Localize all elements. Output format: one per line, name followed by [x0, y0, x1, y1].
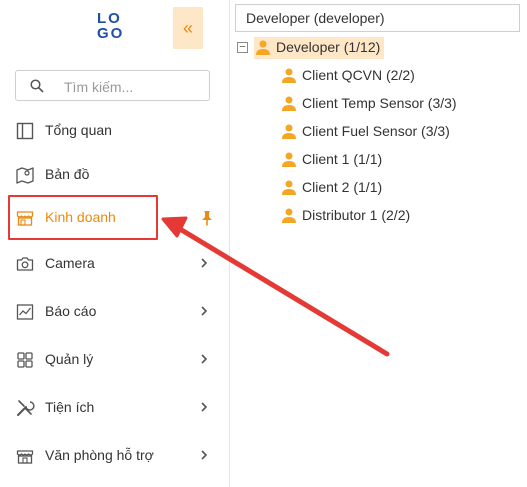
tree-node-label: Client Temp Sensor (3/3) — [302, 95, 457, 111]
menu-item-utilities[interactable]: Tiện ích — [0, 388, 228, 428]
dashboard-icon — [16, 122, 34, 140]
logo-line-1: LO — [97, 10, 122, 27]
user-icon — [282, 124, 296, 139]
highlight-box — [8, 195, 158, 240]
user-icon — [282, 96, 296, 111]
tree-node-label: Developer (1/12) — [276, 39, 381, 55]
tree-node-root[interactable]: Developer (1/12) — [254, 37, 384, 59]
menu-item-map[interactable]: Bản đồ — [0, 155, 228, 195]
developer-select[interactable]: Developer (developer) — [235, 4, 520, 32]
logo-line-2: GO — [97, 25, 125, 42]
search-input[interactable] — [62, 77, 206, 97]
collapse-sidebar-button[interactable]: « — [173, 7, 203, 49]
menu-label: Camera — [45, 255, 95, 271]
logo[interactable]: LO GO — [97, 11, 129, 43]
pin-icon[interactable] — [200, 210, 214, 226]
sidebar: LO GO « Tổng quan Bản đồ Kinh — [0, 0, 230, 487]
menu-item-reports[interactable]: Báo cáo — [0, 292, 228, 332]
menu-label: Tổng quan — [45, 122, 112, 138]
map-icon — [16, 167, 34, 184]
chevron-right-icon — [201, 450, 208, 460]
user-icon — [282, 208, 296, 223]
chevron-right-icon — [201, 258, 208, 268]
menu-item-management[interactable]: Quản lý — [0, 340, 228, 380]
tree-node-label: Client 2 (1/1) — [302, 179, 383, 195]
grid-icon — [17, 352, 33, 368]
chevron-right-icon — [201, 402, 208, 412]
menu-item-overview[interactable]: Tổng quan — [0, 111, 228, 151]
chevron-right-icon — [201, 354, 208, 364]
menu-item-camera[interactable]: Camera — [0, 244, 228, 284]
office-icon — [16, 450, 34, 464]
tree-node-label: Client 1 (1/1) — [302, 151, 383, 167]
tree-node-label: Client QCVN (2/2) — [302, 67, 415, 83]
tree-collapse-toggle[interactable]: − — [237, 42, 248, 53]
user-icon — [282, 68, 296, 83]
menu-label: Quản lý — [45, 351, 94, 367]
tree-node-label: Distributor 1 (2/2) — [302, 207, 411, 223]
search-icon — [30, 79, 44, 93]
double-chevron-left-icon: « — [182, 18, 193, 38]
menu-label: Báo cáo — [45, 303, 97, 319]
menu-item-support-office[interactable]: Văn phòng hỗ trợ — [0, 436, 228, 476]
tools-icon — [17, 400, 35, 416]
menu-label: Văn phòng hỗ trợ — [45, 447, 154, 463]
chevron-right-icon — [201, 306, 208, 316]
menu-label: Bản đồ — [45, 166, 90, 182]
user-icon — [282, 180, 296, 195]
user-icon — [282, 152, 296, 167]
camera-icon — [16, 257, 34, 271]
menu-label: Tiện ích — [45, 399, 95, 415]
tree-node-label: Client Fuel Sensor (3/3) — [302, 123, 450, 139]
chart-icon — [16, 304, 34, 320]
search-box[interactable] — [15, 70, 210, 101]
user-group-icon — [256, 40, 270, 55]
